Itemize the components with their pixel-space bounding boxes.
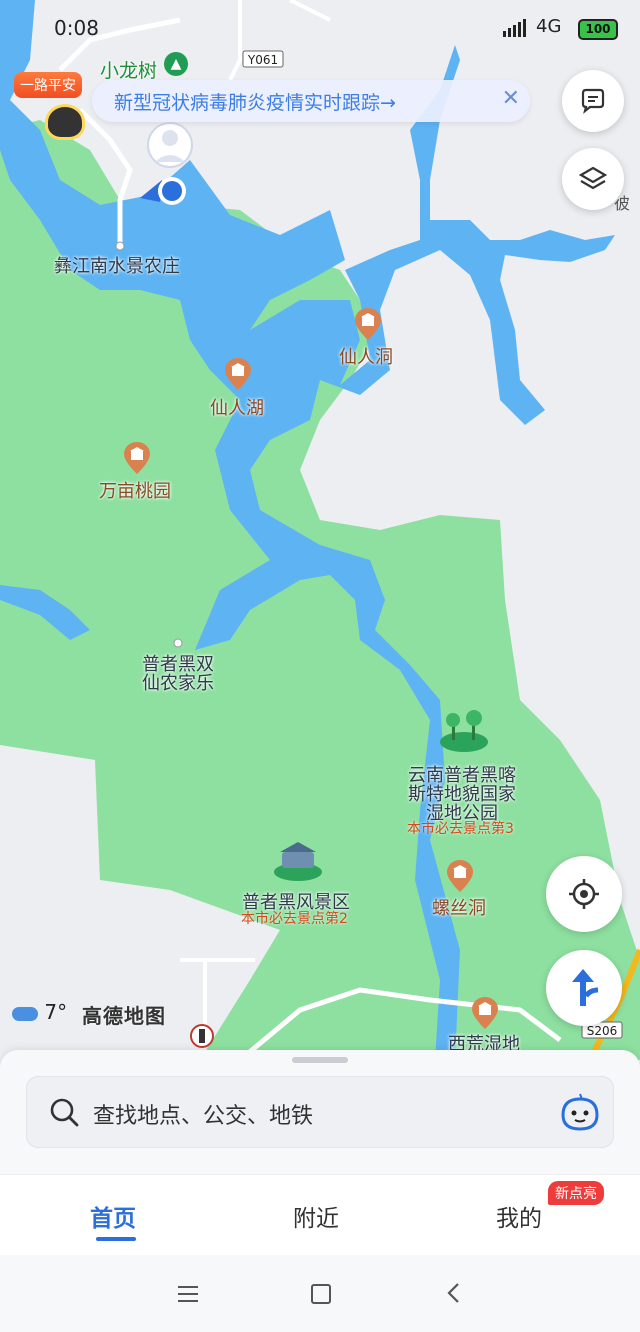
network-type: 4G	[536, 16, 562, 37]
bottom-panel[interactable]: 查找地点、公交、地铁 首页 附近 我的 新点亮	[0, 1050, 640, 1332]
search-icon	[50, 1098, 79, 1127]
route-button[interactable]	[546, 950, 622, 1026]
poi-pin-icon[interactable]	[124, 442, 150, 474]
message-button[interactable]	[562, 70, 624, 132]
clock: 0:08	[54, 16, 99, 40]
poi-label-wanmu[interactable]: 万亩桃园	[99, 477, 171, 503]
poi-pin-icon[interactable]	[447, 860, 473, 892]
tab-home[interactable]: 首页	[90, 1199, 136, 1233]
temperature: 7°	[44, 1000, 68, 1024]
menu-icon[interactable]	[178, 1286, 198, 1302]
drag-handle[interactable]	[292, 1057, 348, 1063]
assistant-robot-icon[interactable]	[559, 1091, 601, 1133]
layers-button[interactable]	[562, 148, 624, 210]
parking-marker	[190, 1024, 214, 1048]
place-label-yijiang[interactable]: 彝江南水景农庄	[54, 252, 180, 278]
safe-trip-tag[interactable]: 一路平安	[14, 72, 82, 98]
map-logo: 高德地图	[82, 1004, 166, 1028]
cloud-icon	[12, 1006, 38, 1021]
back-icon[interactable]	[446, 1282, 460, 1304]
banner-text[interactable]: 新型冠状病毒肺炎疫情实时跟踪→	[114, 88, 396, 115]
village-label-xiaolongshu[interactable]: 小龙树	[100, 56, 157, 83]
poi-pin-icon[interactable]	[225, 358, 251, 390]
layers-icon	[579, 166, 607, 190]
mascot-avatar[interactable]	[45, 104, 85, 140]
active-tab-indicator	[96, 1237, 136, 1241]
new-badge: 新点亮	[548, 1181, 604, 1205]
place-label-heishuang-2[interactable]: 仙农家乐	[142, 669, 214, 695]
signal-icon	[503, 19, 526, 37]
system-nav-bar	[0, 1256, 640, 1332]
crosshair-icon	[569, 879, 599, 909]
tab-bar: 首页 附近 我的 新点亮	[0, 1174, 640, 1255]
poi-pin-icon[interactable]	[472, 997, 498, 1029]
road-sign-s206: S206	[587, 1024, 618, 1038]
route-arrow-icon	[572, 969, 599, 1006]
home-icon[interactable]	[311, 1284, 331, 1304]
close-icon[interactable]: ✕	[502, 86, 520, 111]
tab-mine[interactable]: 我的	[496, 1199, 542, 1233]
chat-icon	[581, 88, 605, 114]
battery-icon: 100	[578, 19, 618, 40]
epidemic-banner[interactable]: 新型冠状病毒肺炎疫情实时跟踪→ ✕	[92, 80, 530, 122]
search-bar[interactable]: 查找地点、公交、地铁	[26, 1076, 614, 1148]
tab-nearby[interactable]: 附近	[293, 1199, 339, 1233]
poi-label-xianrendong[interactable]: 仙人洞	[339, 343, 393, 369]
poi-label-xianrenhu[interactable]: 仙人湖	[210, 394, 264, 420]
rank-label-fengjing: 本市必去景点第2	[241, 911, 348, 927]
search-input[interactable]: 查找地点、公交、地铁	[93, 1098, 313, 1130]
status-bar: 0:08 4G 100	[0, 0, 640, 56]
poi-pin-icon[interactable]	[355, 308, 381, 340]
weather-widget[interactable]: 7°	[12, 1000, 67, 1024]
rank-label-wetland: 本市必去景点第3	[407, 821, 514, 837]
poi-label-luosi[interactable]: 螺丝洞	[432, 894, 486, 920]
locate-button[interactable]	[546, 856, 622, 932]
